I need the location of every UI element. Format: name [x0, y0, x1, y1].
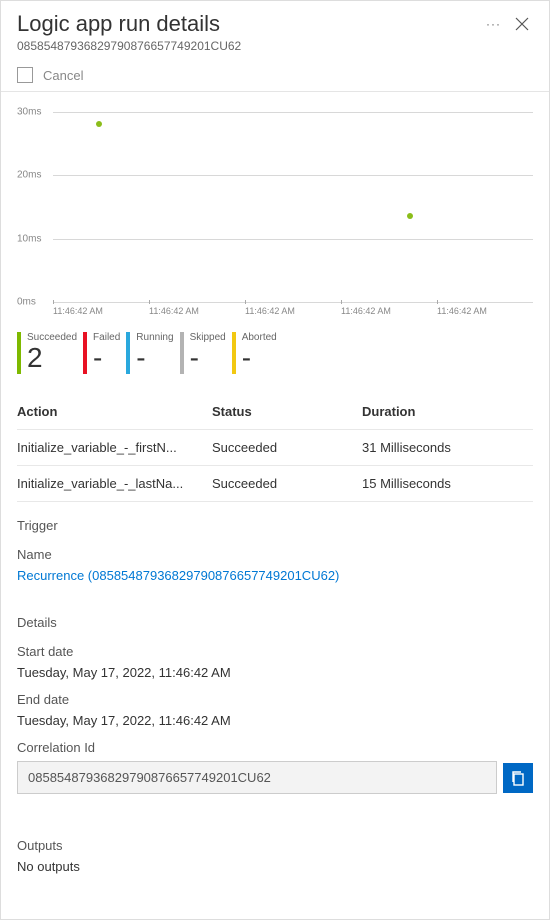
outputs-heading: Outputs — [17, 838, 533, 853]
panel-header: Logic app run details 085854879368297908… — [1, 1, 549, 61]
scroll-content[interactable]: 30ms20ms10ms0ms 11:46:42 AM11:46:42 AM11… — [1, 92, 549, 919]
end-date-label: End date — [17, 692, 533, 707]
cell-duration: 31 Milliseconds — [362, 440, 533, 455]
status-item: Aborted - — [232, 332, 277, 374]
status-count: - — [190, 343, 226, 374]
toolbar: Cancel — [1, 61, 549, 92]
status-count: - — [93, 343, 120, 374]
chart-gridline — [53, 175, 533, 176]
status-bar — [83, 332, 87, 374]
chart-gridline — [53, 112, 533, 113]
run-id: 08585487936829790876657749201CU62 — [17, 39, 478, 53]
table-row[interactable]: Initialize_variable_-_firstN... Succeede… — [17, 430, 533, 466]
trigger-name-label: Name — [17, 547, 533, 562]
trigger-link[interactable]: Recurrence (0858548793682979087665774920… — [17, 568, 533, 583]
chart-y-label: 30ms — [17, 107, 41, 118]
chart-x-label: 11:46:42 AM — [437, 306, 533, 316]
status-item: Running - — [126, 332, 173, 374]
status-item: Succeeded 2 — [17, 332, 77, 374]
cell-action: Initialize_variable_-_lastNa... — [17, 476, 212, 491]
status-bar — [17, 332, 21, 374]
close-icon — [515, 17, 529, 31]
end-date-value: Tuesday, May 17, 2022, 11:46:42 AM — [17, 713, 533, 728]
status-bar — [180, 332, 184, 374]
cell-duration: 15 Milliseconds — [362, 476, 533, 491]
col-header-status: Status — [212, 404, 362, 419]
details-heading: Details — [17, 615, 533, 630]
outputs-value: No outputs — [17, 859, 533, 874]
correlation-id-field[interactable] — [17, 761, 497, 794]
cell-status: Succeeded — [212, 476, 362, 491]
status-count: 2 — [27, 343, 77, 374]
status-summary: Succeeded 2 Failed - Running - Skipped -… — [1, 324, 549, 394]
actions-table: Action Status Duration Initialize_variab… — [1, 394, 549, 502]
chart-x-label: 11:46:42 AM — [53, 306, 149, 316]
outputs-section: Outputs No outputs — [1, 810, 549, 900]
more-icon[interactable]: ··· — [486, 17, 501, 31]
chart-y-label: 20ms — [17, 170, 41, 181]
timeline-chart: 30ms20ms10ms0ms 11:46:42 AM11:46:42 AM11… — [1, 92, 549, 324]
cell-status: Succeeded — [212, 440, 362, 455]
chart-y-label: 10ms — [17, 233, 41, 244]
panel-title: Logic app run details — [17, 11, 478, 37]
status-item: Failed - — [83, 332, 120, 374]
details-section: Details Start date Tuesday, May 17, 2022… — [1, 599, 549, 810]
start-date-value: Tuesday, May 17, 2022, 11:46:42 AM — [17, 665, 533, 680]
copy-button[interactable] — [503, 763, 533, 793]
col-header-action: Action — [17, 404, 212, 419]
chart-y-label: 0ms — [17, 297, 36, 308]
run-details-panel: Logic app run details 085854879368297908… — [0, 0, 550, 920]
status-count: - — [136, 343, 173, 374]
status-count: - — [242, 343, 277, 374]
chart-gridline — [53, 302, 533, 303]
status-bar — [126, 332, 130, 374]
cancel-checkbox[interactable] — [17, 67, 33, 83]
chart-point — [96, 121, 102, 127]
chart-point — [407, 213, 413, 219]
close-button[interactable] — [511, 11, 533, 39]
chart-x-label: 11:46:42 AM — [245, 306, 341, 316]
status-bar — [232, 332, 236, 374]
trigger-heading: Trigger — [17, 518, 533, 533]
trigger-section: Trigger Name Recurrence (085854879368297… — [1, 502, 549, 599]
cancel-label: Cancel — [43, 68, 83, 83]
start-date-label: Start date — [17, 644, 533, 659]
correlation-id-label: Correlation Id — [17, 740, 533, 755]
col-header-duration: Duration — [362, 404, 533, 419]
cell-action: Initialize_variable_-_firstN... — [17, 440, 212, 455]
table-row[interactable]: Initialize_variable_-_lastNa... Succeede… — [17, 466, 533, 502]
status-item: Skipped - — [180, 332, 226, 374]
chart-x-label: 11:46:42 AM — [341, 306, 437, 316]
chart-x-label: 11:46:42 AM — [149, 306, 245, 316]
chart-gridline — [53, 239, 533, 240]
copy-icon — [510, 770, 526, 786]
